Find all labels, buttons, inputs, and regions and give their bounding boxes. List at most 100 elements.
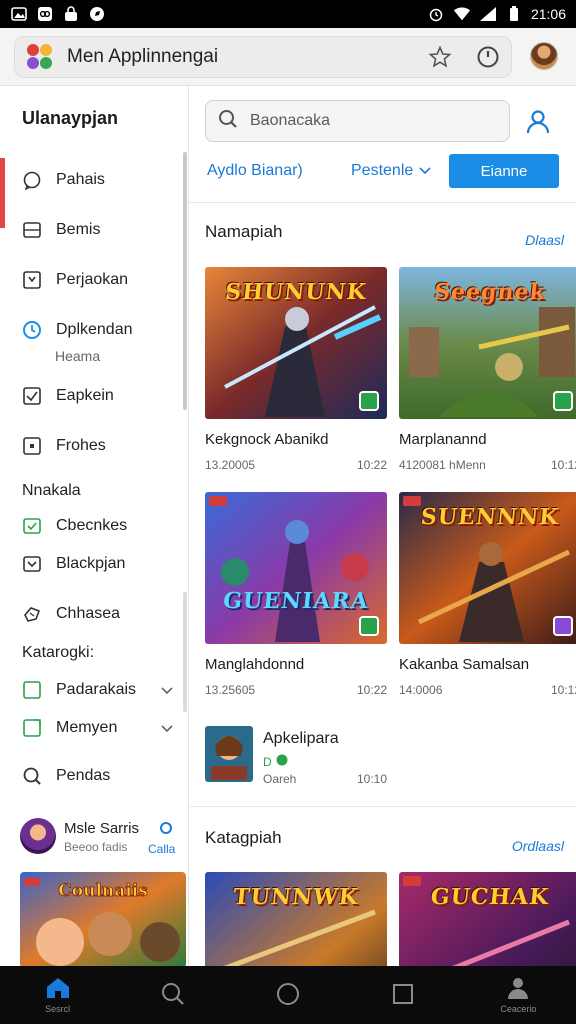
square-green-icon	[22, 680, 42, 700]
game-thumbnail[interactable]: GUENIARA	[205, 492, 387, 644]
game-time: 10:22	[356, 458, 387, 472]
sidebar-item-pahais[interactable]: Pahais	[22, 170, 105, 190]
star-icon[interactable]	[427, 44, 453, 70]
verified-icon	[276, 754, 288, 769]
game-card[interactable]: GUENIARA Manglahdonnd 13.25605 10:22	[205, 492, 387, 697]
sidebar-item-bemis[interactable]: Bemis	[22, 220, 100, 240]
sidebar-item-label: Padarakais	[56, 681, 137, 698]
sidebar-item-cbecnkes[interactable]: Cbecnkes	[22, 516, 127, 536]
sort-label: Pestenle	[351, 162, 414, 179]
game-title: Kakanba Samalsan	[399, 656, 530, 673]
game-logo-art: Seegnek	[432, 279, 548, 305]
sidebar-item-label: Blackpjan	[56, 555, 126, 572]
nav-profile[interactable]: Ceacerio	[473, 966, 563, 1024]
game-thumbnail[interactable]: SHUNUNK	[205, 267, 387, 419]
target-square-icon	[22, 436, 42, 456]
game-date: 14:0006	[399, 683, 443, 697]
list-item-title: Apkelipara	[263, 730, 339, 747]
search-icon	[160, 981, 186, 1009]
game-card[interactable]: GUCHAK	[399, 872, 576, 966]
game-card[interactable]: SUENNNK Kakanba Samalsan 14:0006 10:12	[399, 492, 576, 697]
sidebar-item-label: Pendas	[56, 767, 111, 784]
nav-label: Ceacerio	[500, 1004, 537, 1014]
sidebar-title: Ulanaypjan	[22, 108, 119, 128]
primary-button[interactable]: Eianne	[449, 154, 559, 188]
see-all-link[interactable]: Ordlaasl	[512, 838, 564, 854]
user-action-link[interactable]: Calla	[148, 842, 175, 856]
sidebar-item-label: Dplkendan	[56, 321, 133, 338]
game-date: 4120081 hMenn	[399, 458, 486, 472]
sidebar-group-title: Nnakala	[22, 482, 81, 499]
status-time: 21:06	[530, 6, 566, 22]
nav-home-circle[interactable]	[243, 966, 333, 1024]
game-thumbnail[interactable]: GUCHAK	[399, 872, 576, 966]
active-indicator	[0, 158, 5, 228]
list-item-tag: D	[263, 754, 288, 769]
sidebar-scrollbar[interactable]	[183, 152, 187, 410]
checkbox-icon	[22, 386, 42, 406]
nav-search[interactable]	[128, 966, 218, 1024]
sidebar-item-label: Memyen	[56, 719, 118, 736]
sidebar-item-memyen[interactable]: Memyen	[22, 718, 117, 738]
battery-icon	[505, 5, 523, 23]
user-profile[interactable]: Msle Sarris Beeoo fadis Calla	[20, 816, 185, 860]
sidebar-item-perjaokan[interactable]: Perjaokan	[22, 270, 128, 290]
sidebar-scrollbar-lower[interactable]	[183, 592, 187, 712]
puzzle-icon	[22, 604, 42, 624]
game-card[interactable]: Seegnek Marplanannd 4120081 hMenn 10:12	[399, 267, 576, 472]
shield-badge-icon	[553, 616, 573, 636]
sidebar-item-dplkendan[interactable]: Dplkendan	[22, 320, 133, 340]
game-time: 10:22	[356, 683, 387, 697]
game-thumbnail[interactable]: SUENNNK	[399, 492, 576, 644]
search-input[interactable]	[250, 112, 470, 130]
game-meta: 4120081 hMenn 10:12	[399, 458, 576, 472]
app-logo	[25, 42, 55, 72]
game-card[interactable]: SHUNUNK Kekgnock Abanikd 13.20005 10:22	[205, 267, 387, 472]
person-icon[interactable]	[523, 106, 553, 136]
address-bar[interactable]: Men Applinnengai	[14, 36, 512, 78]
wifi-icon	[453, 5, 471, 23]
home-icon	[45, 976, 71, 1002]
game-thumbnail[interactable]: TUNNWK	[205, 872, 387, 966]
nav-home[interactable]: Sesrcl	[13, 966, 103, 1024]
sidebar-item-label: Bemis	[56, 221, 101, 238]
game-time: 10:12	[550, 458, 576, 472]
sidebar-item-eapkein[interactable]: Eapkein	[22, 386, 114, 406]
list-item-subtitle: Oareh	[263, 772, 297, 786]
clock-icon[interactable]	[475, 44, 501, 70]
sidebar-item-chhasea[interactable]: Chhasea	[22, 604, 120, 624]
avatar	[20, 818, 56, 854]
promo-banner[interactable]: Coulnaiis	[20, 872, 186, 966]
chat-icon	[22, 170, 42, 190]
see-all-link[interactable]: Dlaasl	[525, 232, 564, 248]
game-card[interactable]: TUNNWK	[205, 872, 387, 966]
installed-badge-icon	[553, 391, 573, 411]
search-icon	[22, 766, 42, 786]
nav-label: Sesrcl	[45, 1004, 71, 1014]
alarm-icon	[427, 5, 445, 23]
nav-recents[interactable]	[358, 966, 448, 1024]
chevron-down-icon	[419, 162, 431, 180]
profile-avatar[interactable]	[530, 42, 558, 70]
sidebar-item-pendas[interactable]: Pendas	[22, 766, 110, 786]
check-icon	[22, 516, 42, 536]
sort-dropdown[interactable]: Pestenle	[351, 162, 431, 180]
list-item-time: 10:10	[357, 772, 388, 786]
game-thumbnail[interactable]: Seegnek	[399, 267, 576, 419]
filter-link[interactable]: Aydlo Bianar)	[207, 162, 303, 180]
chevron-down-icon[interactable]	[160, 684, 174, 698]
address-text[interactable]: Men Applinnengai	[67, 46, 405, 68]
search-bar[interactable]	[205, 100, 510, 142]
sidebar-item-frohes[interactable]: Frohes	[22, 436, 106, 456]
sidebar-item-label: Perjaokan	[56, 271, 129, 288]
download-box-icon	[22, 270, 42, 290]
user-name: Msle Sarris	[64, 820, 140, 837]
tag-label: D	[263, 754, 272, 769]
sidebar-item-blackpjan[interactable]: Blackpjan	[22, 554, 125, 574]
sidebar-item-label: Eapkein	[56, 387, 114, 404]
bottom-nav: Sesrcl Ceacerio	[0, 966, 576, 1024]
sidebar-item-padarakais[interactable]: Padarakais	[22, 680, 136, 700]
list-thumbnail	[205, 726, 253, 782]
list-item[interactable]: Apkelipara D Oareh 10:10	[205, 726, 565, 786]
chevron-down-icon[interactable]	[160, 722, 174, 736]
